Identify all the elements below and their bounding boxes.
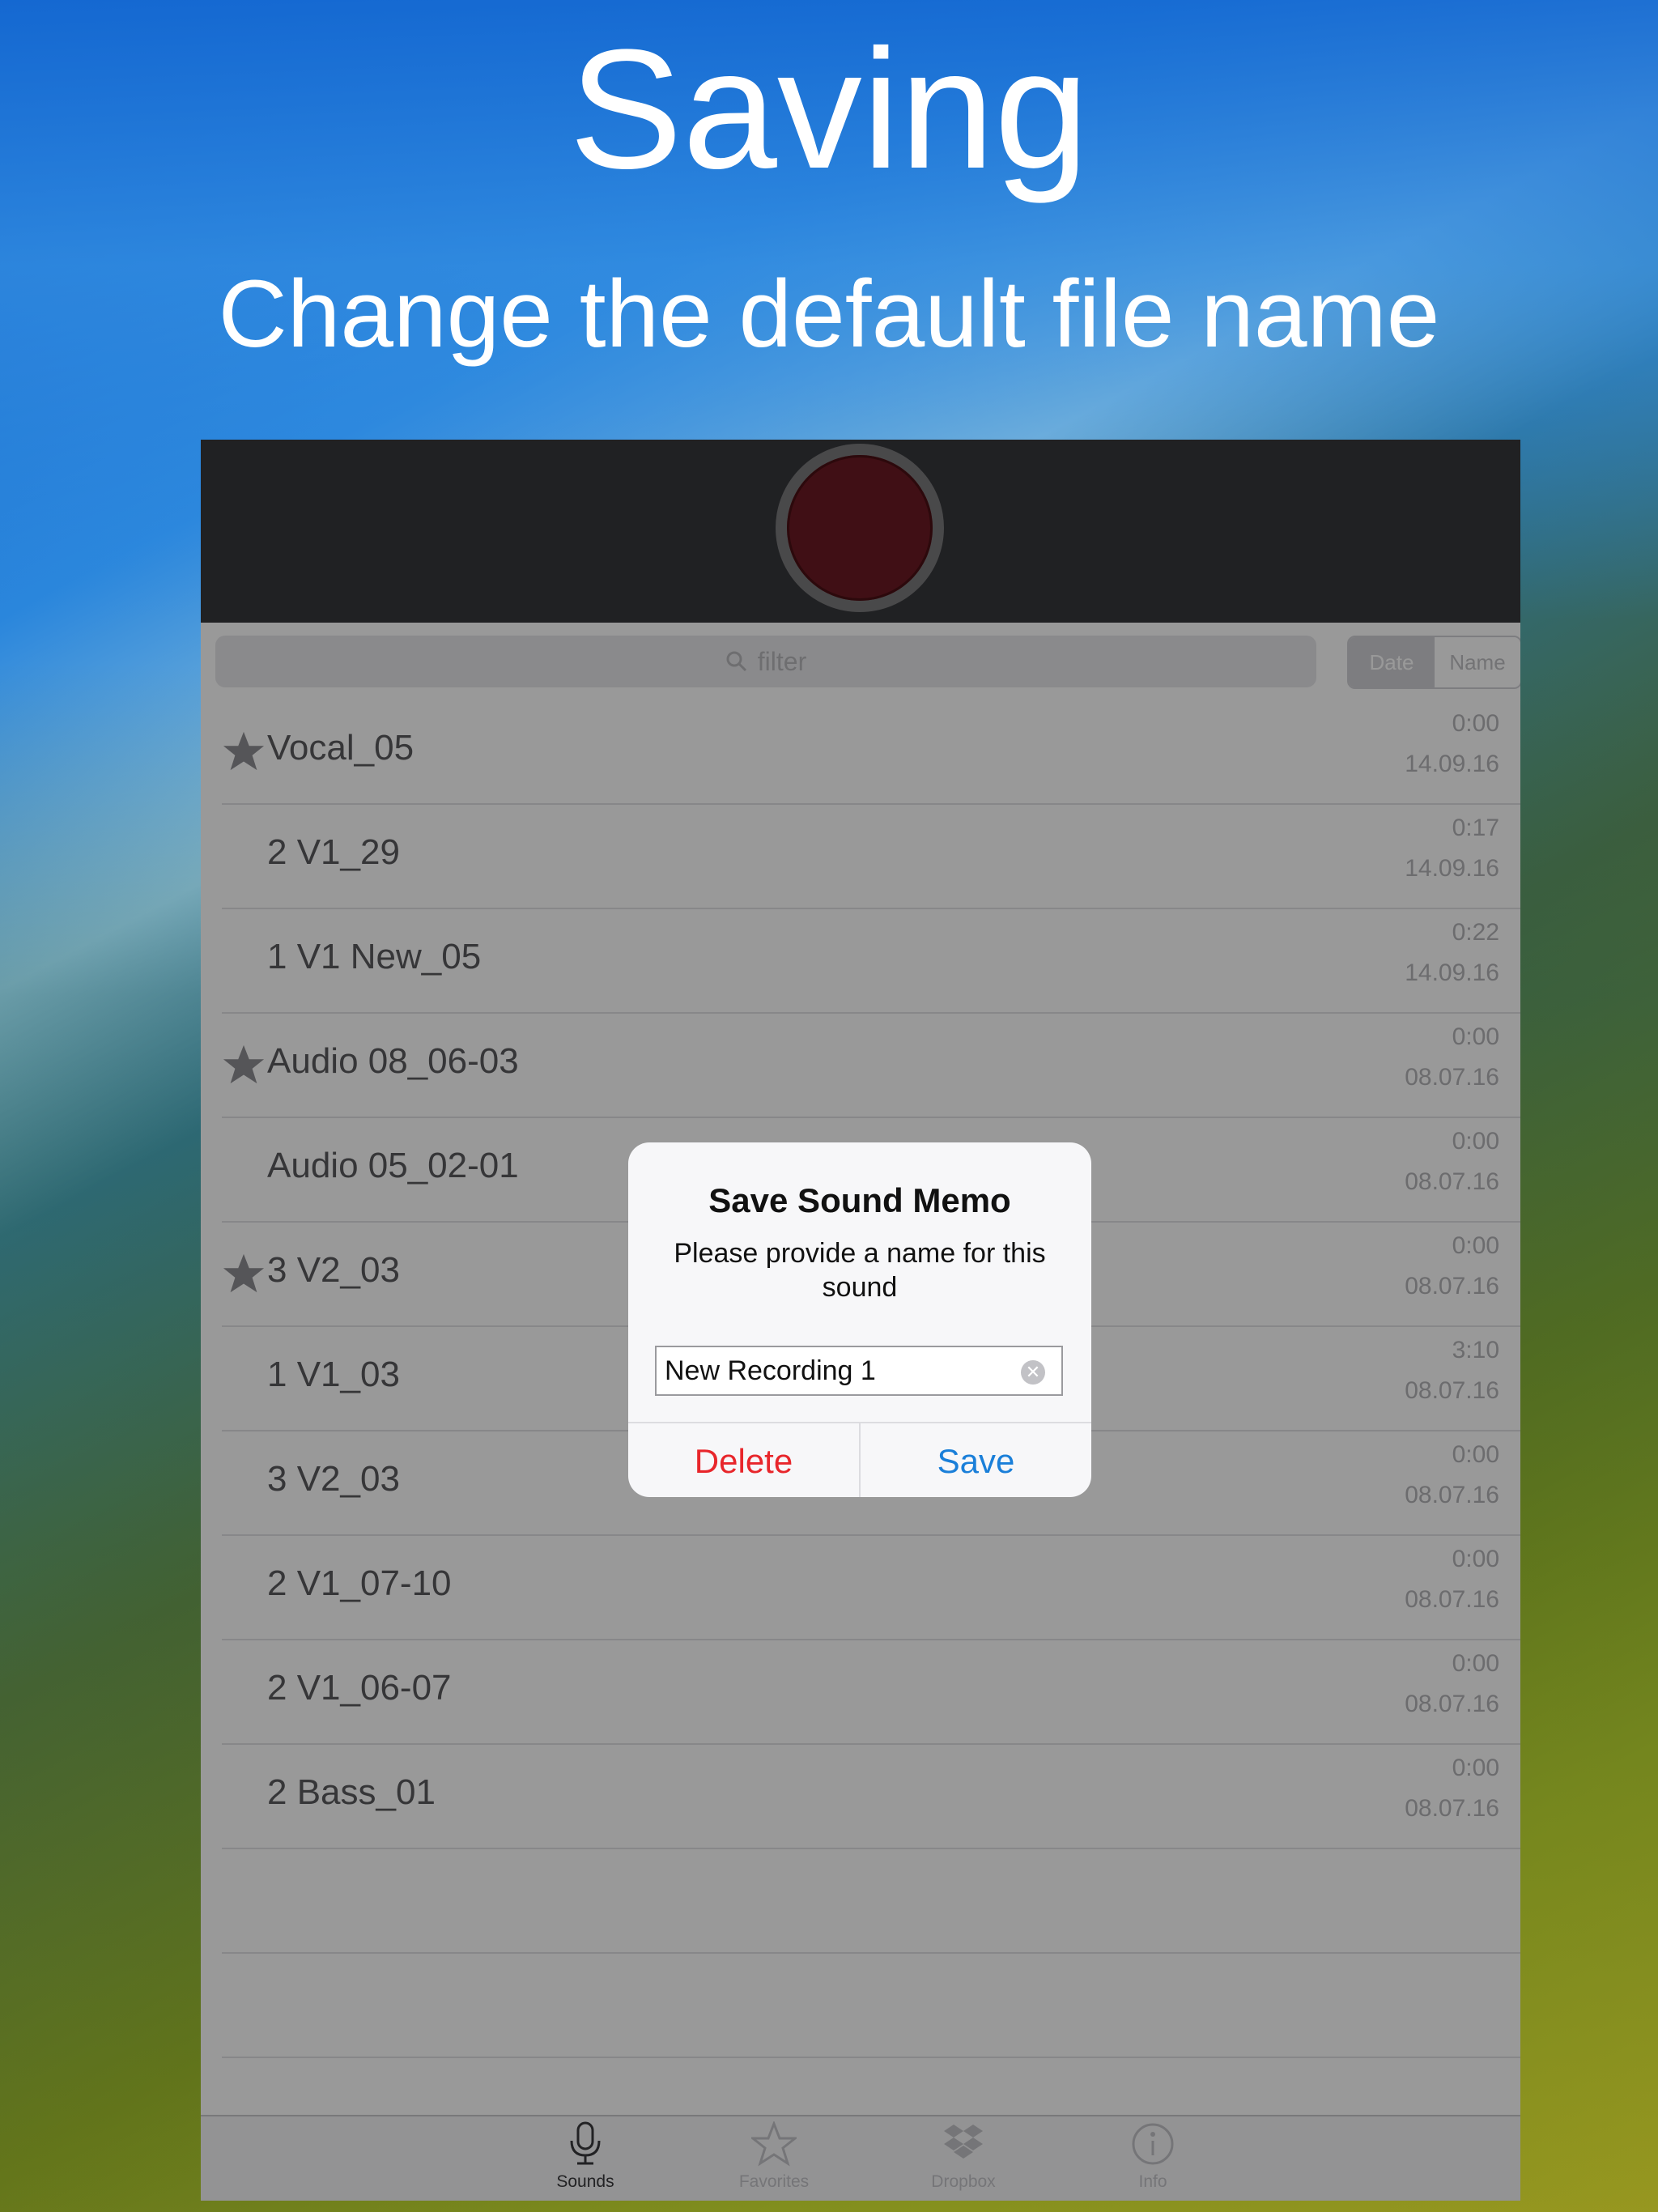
clear-text-icon[interactable]: ✕ — [1021, 1360, 1045, 1385]
save-button[interactable]: Save — [861, 1423, 1091, 1497]
hero-subtitle: Change the default file name — [218, 261, 1440, 368]
alert-title: Save Sound Memo — [708, 1181, 1011, 1219]
delete-button[interactable]: Delete — [628, 1423, 861, 1497]
alert-buttons: Delete Save — [628, 1422, 1091, 1497]
file-name-input[interactable]: New Recording 1 ✕ — [655, 1346, 1063, 1396]
hero-title: Saving — [568, 14, 1090, 204]
save-alert-dialog: Save Sound Memo Please provide a name fo… — [628, 1142, 1091, 1497]
alert-message: Please provide a name for this sound — [674, 1238, 1046, 1303]
file-name-value: New Recording 1 — [665, 1355, 876, 1386]
